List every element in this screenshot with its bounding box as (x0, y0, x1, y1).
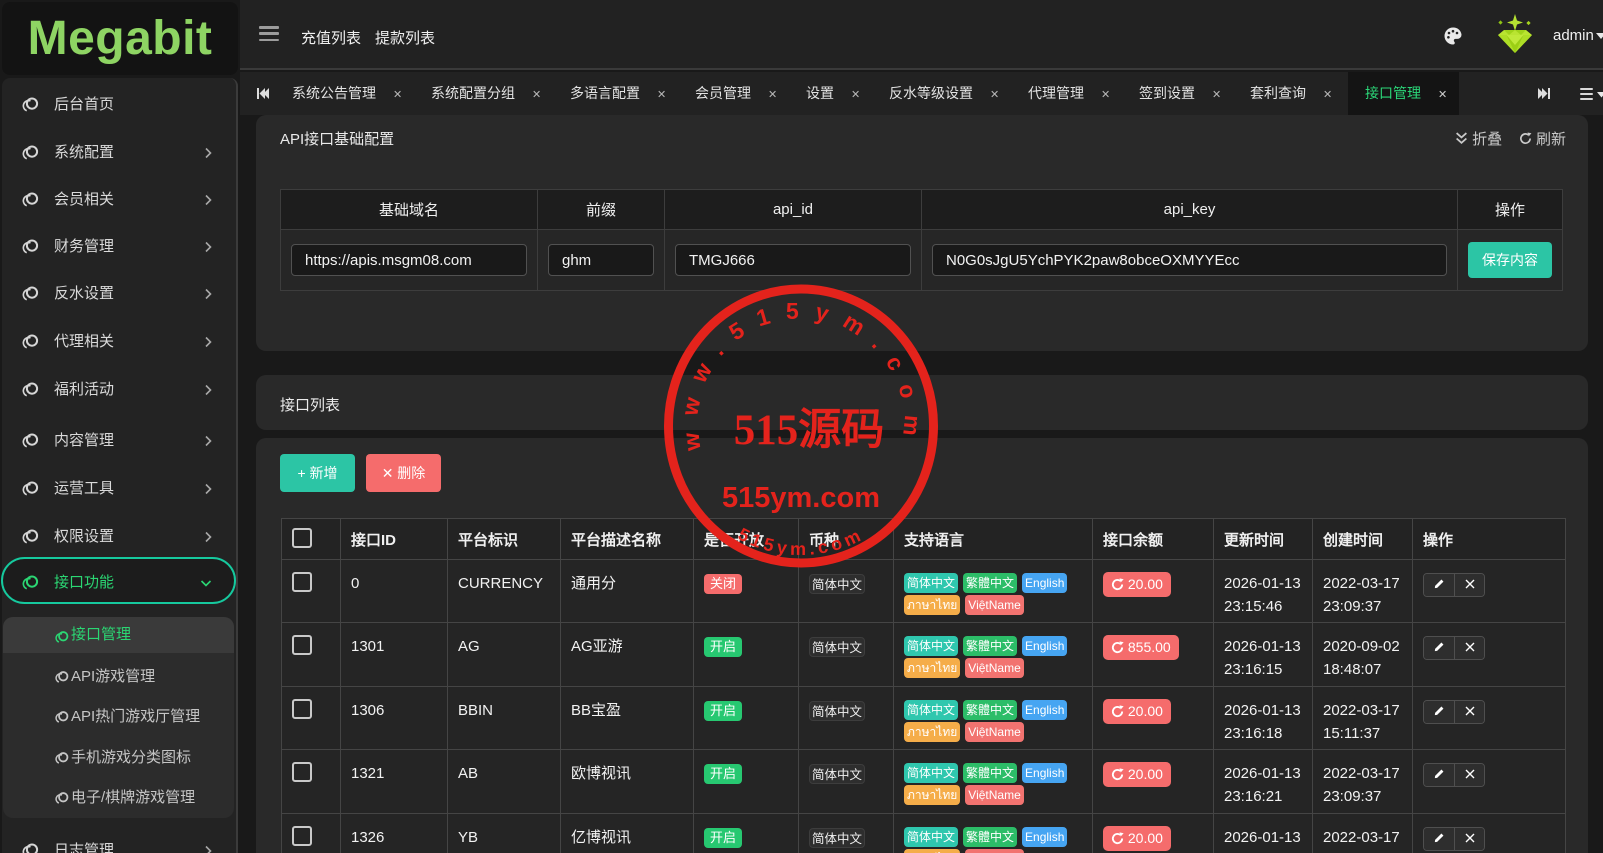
svg-text:515ym.com: 515ym.com (722, 482, 880, 514)
svg-text:515源码: 515源码 (734, 406, 885, 454)
